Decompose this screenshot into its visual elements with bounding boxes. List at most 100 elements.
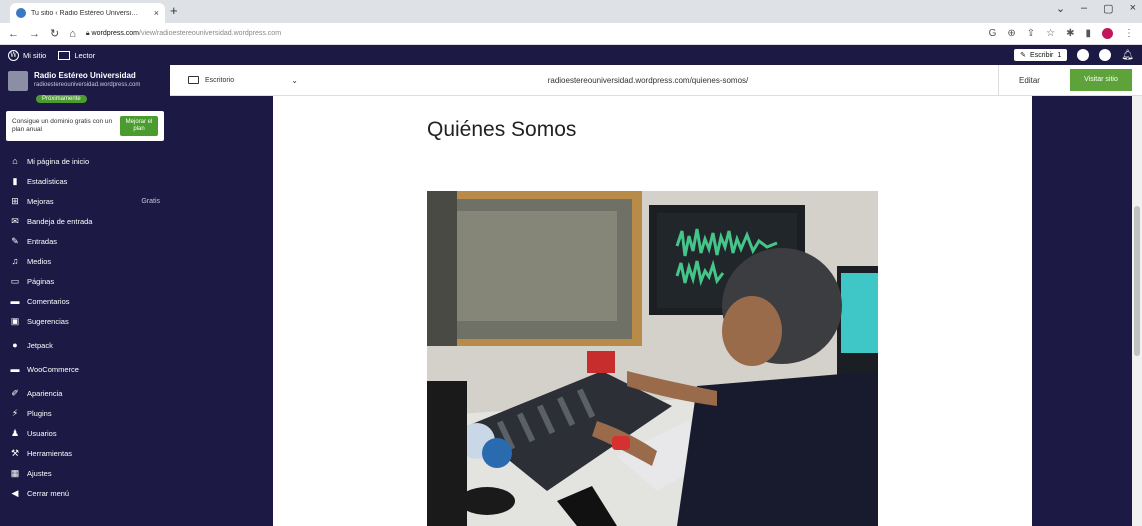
promo-text: Consigue un dominio gratis con un plan a… [12,117,113,133]
sidebar-item-inbox[interactable]: ✉ Bandeja de entrada [0,211,170,231]
tab-search-icon[interactable]: ⌄ [1056,2,1065,15]
site-url: radioestereouniversidad.wordpress.com [34,82,141,88]
feedback-icon: ▣ [10,315,20,326]
sidebar-item-stats[interactable]: ▮ Estadísticas [0,171,170,191]
comments-icon: ▬ [10,296,20,306]
visit-site-button[interactable]: Visitar sitio [1070,69,1132,91]
sidebar-item-woocommerce[interactable]: ▬ WooCommerce [0,359,170,379]
sidebar-item-settings[interactable]: ▦ Ajustes [0,463,170,483]
google-icon[interactable]: G [989,28,997,39]
notifications-bell-icon[interactable]: 🔔︎ [1121,50,1134,61]
home-icon: ⌂ [12,156,18,166]
sidebar-item-tools[interactable]: ⚒ Herramientas [0,443,170,463]
write-button[interactable]: ✎ Escribir 1 [1014,49,1068,61]
sidebar-item-label: Cerrar menú [27,488,70,498]
sidebar-item-label: WooCommerce [27,364,79,374]
write-label: Escribir [1030,51,1054,59]
sidebar-item-label: Ajustes [27,468,52,478]
wordpress-logo-icon: W [8,49,19,61]
edit-button[interactable]: Editar [998,64,1060,96]
help-icon[interactable] [1099,49,1112,61]
scrollbar-thumb[interactable] [1134,206,1140,356]
site-name: Radio Estéreo Universidad [34,71,136,80]
browser-tabstrip: Tu sitio ‹ Radio Estéreo Universi… × + ⌄… [0,0,1142,23]
sidebar-item-label: Sugerencias [27,316,69,326]
account-avatar-icon[interactable] [1077,49,1090,61]
free-label: Gratis [141,197,160,205]
site-icon [8,71,28,91]
sidepanel-icon[interactable]: ▮ [1085,28,1091,39]
preview-page: Quiénes Somos [273,96,1032,526]
wp-sidebar: Radio Estéreo Universidad radioestereoun… [0,65,170,526]
sidebar-item-label: Jetpack [27,340,53,350]
reload-icon[interactable]: ↻ [50,27,59,40]
browser-tab[interactable]: Tu sitio ‹ Radio Estéreo Universi… × [10,3,165,23]
back-arrow-icon[interactable]: ← [8,28,19,40]
settings-icon: ▦ [10,467,20,478]
sidebar-menu: ⌂ Mi página de inicio ▮ Estadísticas ⊞ Mejo… [0,147,170,503]
reader-link[interactable]: Lector [58,50,96,60]
wordpress-favicon-icon [16,8,26,18]
preview-scrollbar[interactable] [1132,96,1142,526]
tools-icon: ⚒ [10,447,20,458]
jetpack-icon: ● [12,340,18,350]
forward-arrow-icon[interactable]: → [29,28,40,40]
sidebar-item-label: Bandeja de entrada [27,216,93,226]
my-site-label: Mi sitio [23,50,47,60]
share-icon[interactable]: ⇪ [1027,28,1035,39]
menu-kebab-icon[interactable]: ⋮ [1124,28,1134,39]
preview-url: radioestereouniversidad.wordpress.com/qu… [547,75,749,85]
sidebar-item-appearance[interactable]: ✐ Apariencia [0,383,170,403]
sidebar-item-feedback[interactable]: ▣ Sugerencias [0,311,170,331]
reader-icon [58,50,71,60]
sidebar-item-jetpack[interactable]: ● Jetpack [0,335,170,355]
sidebar-item-upgrades[interactable]: ⊞ Mejoras Gratis [0,191,170,211]
new-tab-button[interactable]: + [170,3,178,18]
sidebar-item-pages[interactable]: ▭ Páginas [0,271,170,291]
cart-icon: ⊞ [11,195,19,206]
sidebar-item-media[interactable]: ♫ Medios [0,251,170,271]
url-field[interactable]: 🔒︎ wordpress.com/view/radioestereouniver… [86,30,979,38]
tab-close-icon[interactable]: × [154,8,159,18]
upgrade-plan-button[interactable]: Mejorar el plan [120,115,158,137]
sidebar-item-collapse[interactable]: ◀ Cerrar menú [0,483,170,503]
my-site-link[interactable]: W Mi sitio [8,49,47,61]
sidebar-item-label: Comentarios [27,296,70,306]
pin-icon: ✎ [11,235,19,246]
sidebar-item-label: Herramientas [27,448,73,458]
sidebar-item-posts[interactable]: ✎ Entradas [0,231,170,251]
device-selector[interactable]: Escritorio ⌄ [188,76,298,85]
reader-label: Lector [74,50,96,60]
window-controls: ⌄ – ▢ × [1056,2,1136,15]
translate-icon[interactable]: ⊕ [1007,28,1015,39]
plugin-icon: ⚡︎ [11,407,19,418]
pages-icon: ▭ [10,275,20,286]
preview-frame-left [170,96,273,526]
radio-studio-photo [427,191,878,526]
profile-avatar[interactable] [1102,28,1113,39]
page-title: Quiénes Somos [427,118,577,141]
monitor-icon [188,76,199,84]
sidebar-item-plugins[interactable]: ⚡︎ Plugins [0,403,170,423]
home-icon[interactable]: ⌂ [69,28,76,40]
users-icon: ♟ [10,427,20,438]
sidebar-item-comments[interactable]: ▬ Comentarios [0,291,170,311]
pencil-icon: ✎ [1020,52,1027,59]
sidebar-item-label: Páginas [27,276,55,286]
stats-icon: ▮ [12,175,18,186]
bookmark-star-icon[interactable]: ☆ [1046,28,1055,39]
address-bar: ← → ↻ ⌂ 🔒︎ wordpress.com/view/radioester… [0,23,1142,45]
chevron-down-icon: ⌄ [291,75,298,85]
close-window-button[interactable]: × [1130,2,1136,15]
sidebar-item-users[interactable]: ♟ Usuarios [0,423,170,443]
extensions-puzzle-icon[interactable]: ✱ [1066,28,1074,39]
domain-promo-card: Consigue un dominio gratis con un plan a… [6,111,164,141]
sidebar-item-label: Entradas [27,236,58,246]
preview-toolbar: Escritorio ⌄ radioestereouniversidad.wor… [170,64,1142,96]
sidebar-item-home[interactable]: ⌂ Mi página de inicio [0,151,170,171]
site-header[interactable]: Radio Estéreo Universidad radioestereoun… [0,65,170,91]
maximize-button[interactable]: ▢ [1103,2,1113,15]
minimize-button[interactable]: – [1081,2,1087,15]
hero-photo [427,191,878,526]
extension-icons: G ⊕ ⇪ ☆ ✱ ▮ ⋮ [989,28,1134,39]
